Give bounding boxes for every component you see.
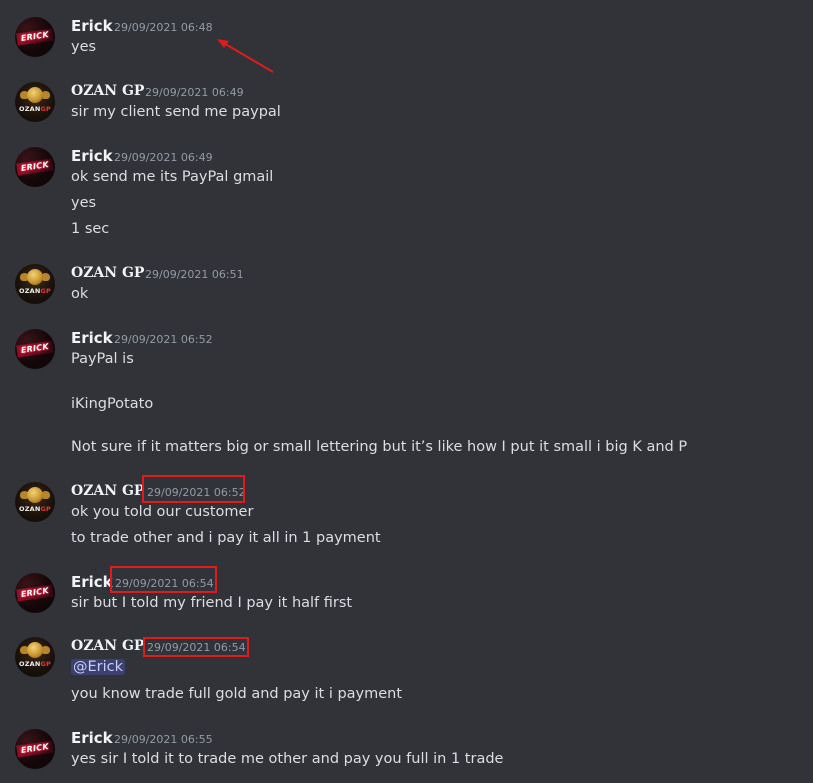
avatar[interactable]: OZANGP [15, 264, 55, 304]
avatar[interactable]: ERICK [15, 729, 55, 769]
message-text: PayPal is [71, 351, 134, 367]
avatar-crest [27, 87, 43, 103]
avatar-logo-text: GP [40, 660, 51, 668]
timestamp[interactable]: 29/09/2021 06:52 [114, 333, 213, 346]
timestamp[interactable]: 29/09/2021 06:52 [147, 486, 246, 499]
message-text: ok you told our customer [71, 504, 254, 520]
avatar-logo: OZANGP [15, 287, 55, 295]
timestamp[interactable]: 29/09/2021 06:48 [114, 21, 213, 34]
username[interactable]: Erick [71, 573, 113, 591]
username[interactable]: OZAN GP [71, 638, 144, 654]
avatar-logo: ERICK [16, 584, 54, 602]
message-text: yes [71, 39, 97, 55]
avatar-logo-text: OZAN [18, 287, 41, 295]
timestamp[interactable]: 29/09/2021 06:54 [147, 641, 246, 654]
avatar-crest [27, 642, 43, 658]
avatar-logo: ERICK [16, 158, 54, 176]
avatar[interactable]: ERICK [15, 147, 55, 187]
message-text: ok send me its PayPal gmail [71, 169, 274, 185]
avatar-logo: ERICK [16, 740, 54, 758]
avatar-logo: ERICK [16, 340, 54, 358]
message-text: iKingPotato [71, 396, 154, 412]
username[interactable]: Erick [71, 147, 113, 165]
timestamp[interactable]: 29/09/2021 06:49 [145, 86, 244, 99]
username[interactable]: OZAN GP [71, 265, 144, 281]
avatar[interactable]: OZANGP [15, 482, 55, 522]
username[interactable]: Erick [71, 17, 113, 35]
avatar-logo-text: GP [40, 105, 51, 113]
username[interactable]: OZAN GP [71, 83, 144, 99]
message-text: Not sure if it matters big or small lett… [71, 439, 688, 455]
avatar[interactable]: ERICK [15, 573, 55, 613]
avatar-logo: ERICK [16, 28, 54, 46]
avatar-logo: OZANGP [15, 660, 55, 668]
timestamp[interactable]: 29/09/2021 06:49 [114, 151, 213, 164]
avatar[interactable]: ERICK [15, 17, 55, 57]
message-text: yes [71, 195, 97, 211]
username[interactable]: Erick [71, 329, 113, 347]
user-mention[interactable]: @Erick [71, 659, 126, 675]
avatar-logo-text: OZAN [18, 505, 41, 513]
message-text: sir but I told my friend I pay it half f… [71, 595, 353, 611]
message-text: ok [71, 286, 89, 302]
annotation-arrow [217, 39, 274, 73]
timestamp[interactable]: 29/09/2021 06:55 [114, 733, 213, 746]
timestamp[interactable]: 29/09/2021 06:54 [115, 577, 214, 590]
avatar-logo: OZANGP [15, 505, 55, 513]
message-text: sir my client send me paypal [71, 104, 281, 120]
avatar[interactable]: OZANGP [15, 82, 55, 122]
avatar-crest [27, 487, 43, 503]
avatar[interactable]: OZANGP [15, 637, 55, 677]
avatar-logo: OZANGP [15, 105, 55, 113]
message-text: to trade other and i pay it all in 1 pay… [71, 530, 381, 546]
message-text: 1 sec [71, 221, 110, 237]
avatar-logo-text: GP [40, 505, 51, 513]
avatar-crest [27, 269, 43, 285]
username[interactable]: Erick [71, 729, 113, 747]
timestamp[interactable]: 29/09/2021 06:51 [145, 268, 244, 281]
avatar[interactable]: ERICK [15, 329, 55, 369]
username[interactable]: OZAN GP [71, 483, 144, 499]
message-text: you know trade full gold and pay it i pa… [71, 686, 403, 702]
message-text: yes sir I told it to trade me other and … [71, 751, 504, 767]
avatar-logo-text: OZAN [18, 660, 41, 668]
avatar-logo-text: GP [40, 287, 51, 295]
avatar-logo-text: OZAN [18, 105, 41, 113]
